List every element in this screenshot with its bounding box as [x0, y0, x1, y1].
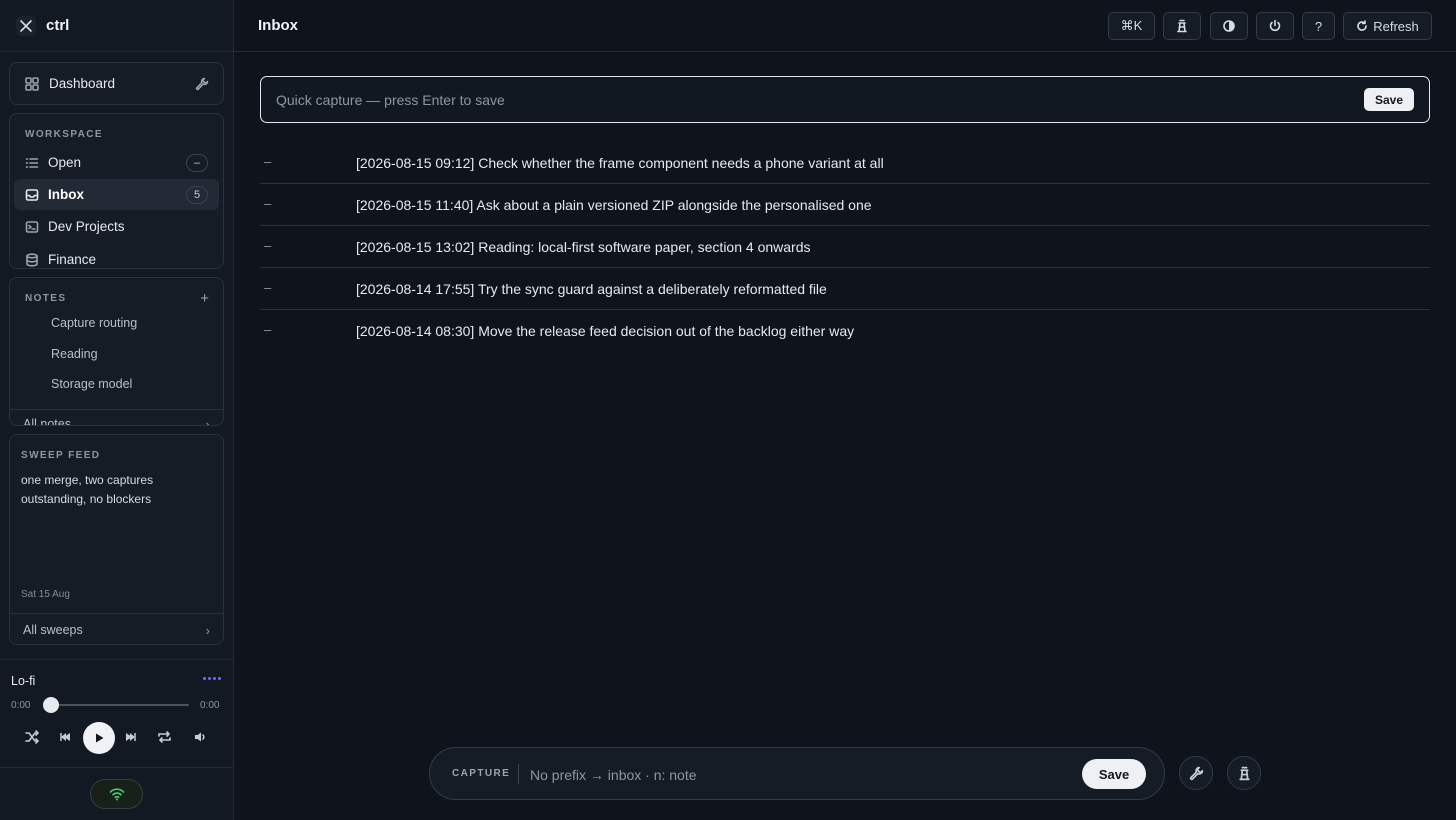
list-icon: [25, 156, 39, 170]
refresh-label: Refresh: [1373, 18, 1419, 34]
refresh-icon: [1357, 20, 1368, 31]
wrench-icon[interactable]: [195, 77, 209, 91]
quick-capture-save-button[interactable]: Save: [1364, 88, 1414, 111]
notes-section: NOTES + Capture routing Reading Storage …: [9, 277, 224, 426]
track-title: Lo-fi: [11, 674, 36, 688]
help-button[interactable]: ?: [1302, 12, 1335, 40]
item-text: [2026-08-14 17:55] Try the sync guard ag…: [356, 281, 827, 297]
brand[interactable]: ctrl: [0, 0, 233, 52]
top-bar: Inbox ⌘K ? Refresh: [234, 0, 1456, 52]
item-text: [2026-08-15 13:02] Reading: local-first …: [356, 239, 811, 255]
lighthouse-round-button[interactable]: [1227, 756, 1261, 790]
elapsed-time: 0:00: [11, 700, 31, 711]
dashboard-link[interactable]: Dashboard: [9, 62, 224, 105]
all-sweeps-link[interactable]: All sweeps ›: [10, 613, 223, 645]
sweep-date: Sat 15 Aug: [21, 589, 70, 600]
inbox-list: – [2026-08-15 09:12] Check whether the f…: [260, 142, 1430, 352]
sidebar-item-open[interactable]: Open –: [14, 147, 219, 178]
item-marker[interactable]: –: [264, 322, 271, 337]
duration-time: 0:00: [200, 700, 220, 711]
sidebar: ctrl Dashboard WORKSPACE Open – Inbox 5: [0, 0, 234, 820]
workspace-section: WORKSPACE Open – Inbox 5 Dev Projects Fi…: [9, 113, 224, 269]
next-track-icon[interactable]: [125, 730, 138, 744]
sweep-summary: one merge, two captures outstanding, no …: [21, 473, 154, 506]
notes-heading: NOTES: [25, 293, 67, 304]
sidebar-item-label: Inbox: [48, 187, 84, 202]
all-sweeps-label: All sweeps: [23, 623, 83, 637]
progress-track[interactable]: [46, 704, 189, 706]
inbox-icon: [25, 188, 39, 202]
sidebar-item-inbox[interactable]: Inbox 5: [14, 179, 219, 210]
more-dots-icon[interactable]: [203, 677, 221, 680]
list-item[interactable]: – [2026-08-15 11:40] Ask about a plain v…: [260, 184, 1430, 226]
play-icon: [96, 733, 104, 743]
capture-tag: CAPTURE: [452, 768, 511, 779]
play-button[interactable]: [83, 722, 115, 754]
lighthouse-icon: [1177, 19, 1187, 33]
item-marker[interactable]: –: [264, 280, 271, 295]
quick-capture-input[interactable]: [276, 89, 1356, 111]
network-status-button[interactable]: [90, 779, 143, 809]
dashboard-label: Dashboard: [49, 76, 116, 91]
chevron-right-icon: ›: [205, 623, 210, 638]
lighthouse-icon: [1238, 766, 1250, 780]
app-name: ctrl: [46, 17, 70, 34]
item-marker[interactable]: –: [264, 196, 271, 211]
sidebar-item-dev-projects[interactable]: Dev Projects: [14, 211, 219, 242]
workspace-heading: WORKSPACE: [25, 129, 103, 140]
sidebar-item-finance[interactable]: Finance: [14, 244, 219, 268]
x-cross-icon: [16, 15, 36, 36]
command-palette-button[interactable]: ⌘K: [1108, 12, 1155, 40]
wifi-icon: [109, 788, 124, 801]
refresh-button[interactable]: Refresh: [1343, 12, 1432, 40]
list-item[interactable]: – [2026-08-14 17:55] Try the sync guard …: [260, 268, 1430, 310]
list-item[interactable]: – [2026-08-15 13:02] Reading: local-firs…: [260, 226, 1430, 268]
all-notes-link[interactable]: All notes ›: [10, 409, 223, 426]
previous-track-icon[interactable]: [58, 730, 71, 744]
item-text: [2026-08-15 11:40] Ask about a plain ver…: [356, 197, 872, 213]
theme-toggle-button[interactable]: [1210, 12, 1248, 40]
quick-capture: Save: [260, 76, 1430, 123]
list-item[interactable]: – [2026-08-14 08:30] Move the release fe…: [260, 310, 1430, 352]
note-item[interactable]: Storage model: [51, 377, 132, 391]
item-marker[interactable]: –: [264, 154, 271, 169]
power-button[interactable]: [1256, 12, 1294, 40]
tools-button[interactable]: [1179, 756, 1213, 790]
item-text: [2026-08-14 08:30] Move the release feed…: [356, 323, 855, 339]
sidebar-item-label: Finance: [48, 252, 97, 267]
power-icon: [1269, 19, 1281, 32]
all-notes-label: All notes: [23, 417, 71, 426]
sweep-feed-section: SWEEP FEED one merge, two captures outst…: [9, 434, 224, 645]
chevron-right-icon: ›: [205, 417, 210, 426]
capture-input[interactable]: [530, 764, 1070, 786]
item-marker[interactable]: –: [264, 238, 271, 253]
sidebar-item-label: Dev Projects: [48, 219, 125, 234]
count-badge: 5: [186, 185, 208, 204]
music-player: Lo-fi 0:00 0:00: [0, 659, 233, 767]
wrench-icon: [1189, 766, 1203, 780]
shuffle-icon[interactable]: [25, 730, 40, 744]
terminal-icon: [25, 220, 39, 234]
note-item[interactable]: Capture routing: [51, 316, 137, 330]
sweep-heading: SWEEP FEED: [21, 450, 101, 461]
collapse-badge[interactable]: –: [186, 153, 208, 172]
contrast-icon: [1223, 20, 1235, 32]
sidebar-item-label: Open: [48, 155, 82, 170]
list-item[interactable]: – [2026-08-15 09:12] Check whether the f…: [260, 142, 1430, 184]
volume-icon[interactable]: [194, 730, 206, 744]
divider: [518, 764, 519, 784]
capture-save-button[interactable]: Save: [1082, 759, 1146, 789]
repeat-icon[interactable]: [157, 730, 172, 744]
note-item[interactable]: Reading: [51, 347, 98, 361]
lighthouse-button[interactable]: [1163, 12, 1201, 40]
grid-icon: [25, 76, 39, 91]
item-text: [2026-08-15 09:12] Check whether the fra…: [356, 155, 884, 171]
add-note-icon[interactable]: +: [200, 290, 209, 307]
page-title: Inbox: [258, 17, 298, 34]
database-icon: [25, 252, 39, 267]
network-area: [0, 767, 233, 820]
progress-thumb[interactable]: [43, 697, 59, 713]
capture-bar: CAPTURE Save: [429, 747, 1165, 800]
